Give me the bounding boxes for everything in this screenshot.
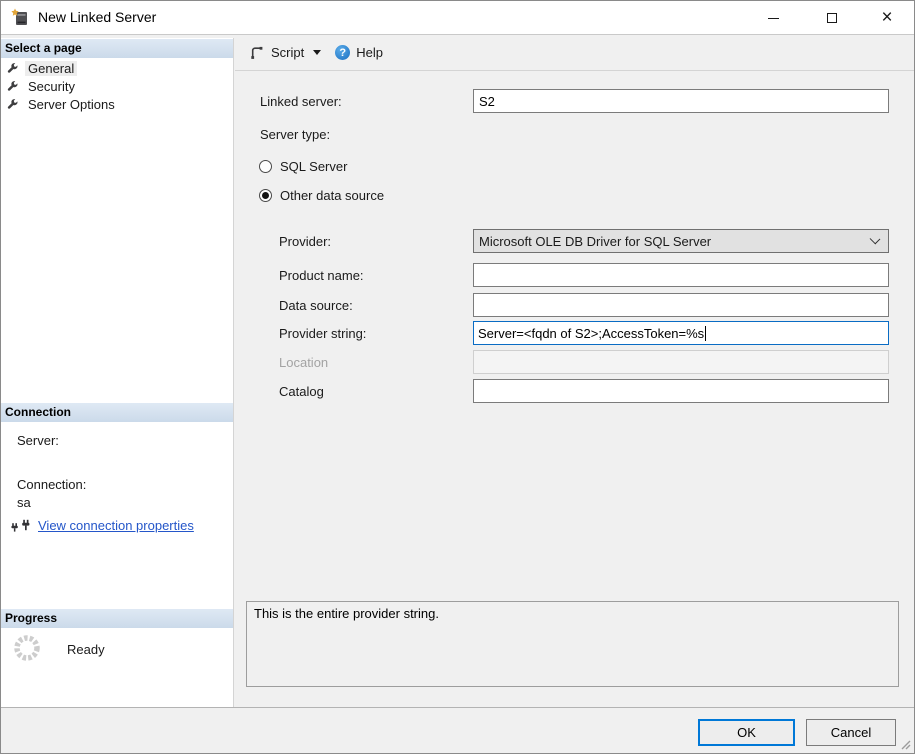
maximize-icon <box>827 12 837 23</box>
plug-icon <box>11 519 30 532</box>
catalog-input[interactable] <box>473 379 889 403</box>
new-linked-server-icon <box>11 8 27 25</box>
product-name-input[interactable] <box>473 263 889 287</box>
progress-header: Progress <box>1 609 233 628</box>
text-caret <box>705 325 707 341</box>
sidebar-item-label: Server Options <box>28 97 115 112</box>
wrench-icon <box>7 99 18 109</box>
help-icon: ? <box>335 45 351 60</box>
field-description-box: This is the entire provider string. <box>246 601 899 687</box>
minimize-button[interactable] <box>750 1 796 34</box>
toolbar: Script ? Help <box>235 35 914 71</box>
radio-icon-checked <box>259 189 272 202</box>
sidebar-item-general[interactable]: General <box>6 60 78 77</box>
sidebar: Select a page General Security Server Op… <box>1 38 234 707</box>
provider-string-label: Provider string: <box>279 326 367 341</box>
close-button[interactable]: × <box>864 1 910 34</box>
help-label: Help <box>356 45 383 60</box>
maximize-button[interactable] <box>809 1 855 34</box>
provider-dropdown[interactable]: Microsoft OLE DB Driver for SQL Server <box>473 229 889 253</box>
help-button[interactable]: ? Help <box>330 41 388 64</box>
ok-button[interactable]: OK <box>698 719 795 746</box>
connection-user-value: sa <box>17 495 31 510</box>
provider-selected-value: Microsoft OLE DB Driver for SQL Server <box>479 233 712 249</box>
provider-string-input[interactable]: Server=<fqdn of S2>;AccessToken=%s <box>473 321 889 345</box>
product-name-label: Product name: <box>279 268 364 283</box>
main-panel: Script ? Help Linked server: Server type… <box>235 35 914 707</box>
sidebar-item-server-options[interactable]: Server Options <box>6 96 118 113</box>
radio-other-data-source[interactable]: Other data source <box>259 188 384 203</box>
chevron-down-icon <box>869 233 881 245</box>
sidebar-item-security[interactable]: Security <box>6 78 78 95</box>
radio-sql-server[interactable]: SQL Server <box>259 159 347 174</box>
sidebar-item-label: General <box>25 61 78 76</box>
provider-label: Provider: <box>279 234 332 249</box>
titlebar: New Linked Server × <box>1 1 914 35</box>
resize-grip[interactable] <box>898 737 911 750</box>
server-type-label: Server type: <box>260 127 331 142</box>
connection-header: Connection <box>1 403 233 422</box>
data-source-label: Data source: <box>279 298 353 313</box>
linked-server-input[interactable] <box>473 89 889 113</box>
progress-status: Ready <box>67 642 105 657</box>
new-linked-server-dialog: New Linked Server × Select a page Genera… <box>0 0 915 754</box>
connection-server-label: Server: <box>17 433 59 448</box>
view-connection-properties-link[interactable]: View connection properties <box>38 518 194 533</box>
catalog-label: Catalog <box>279 384 324 399</box>
provider-string-value: Server=<fqdn of S2>;AccessToken=%s <box>478 325 705 341</box>
linked-server-label: Linked server: <box>260 94 342 109</box>
wrench-icon <box>7 63 18 73</box>
radio-label: Other data source <box>280 188 385 203</box>
radio-icon <box>259 160 272 173</box>
script-label: Script <box>271 45 305 60</box>
script-icon <box>251 46 263 59</box>
location-label: Location <box>279 355 329 370</box>
wrench-icon <box>7 81 18 91</box>
location-input <box>473 350 889 374</box>
window-title: New Linked Server <box>38 9 157 25</box>
connection-label: Connection: <box>17 477 87 492</box>
footer: OK Cancel <box>1 707 914 753</box>
sidebar-item-label: Security <box>28 79 75 94</box>
minimize-icon <box>767 17 779 19</box>
cancel-button[interactable]: Cancel <box>806 719 896 746</box>
spinner-icon <box>14 635 40 661</box>
radio-label: SQL Server <box>280 159 348 174</box>
script-button[interactable]: Script <box>244 41 326 65</box>
data-source-input[interactable] <box>473 293 889 317</box>
select-a-page-header: Select a page <box>1 39 233 58</box>
script-dropdown-icon <box>313 50 322 55</box>
view-connection-properties-row: View connection properties <box>11 518 194 533</box>
